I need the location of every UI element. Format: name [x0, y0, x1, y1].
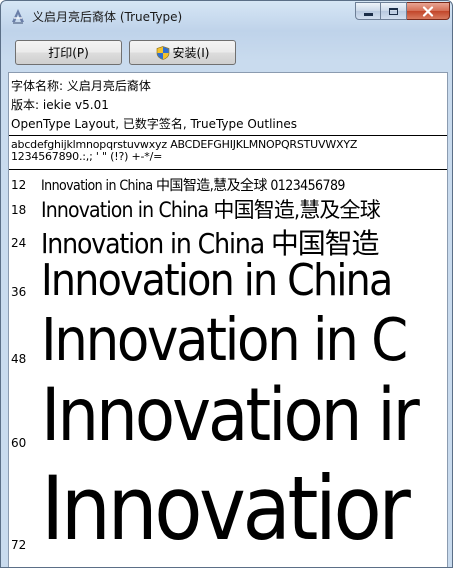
font-app-icon	[10, 8, 26, 24]
size-label: 36	[11, 285, 27, 299]
divider	[9, 169, 447, 170]
character-set: abcdefghijklmnopqrstuvwxyz ABCDEFGHIJKLM…	[11, 139, 357, 163]
sample-text: Innovation in China 中国智造,慧及全球 0123456789	[41, 178, 345, 194]
font-info: 字体名称: 义启月亮后裔体 版本: iekie v5.01 OpenType L…	[11, 77, 297, 134]
title-bar[interactable]: 义启月亮后裔体 (TrueType)	[1, 1, 452, 33]
sample-text: Innovation in China 中国智造,慧及全球	[41, 198, 381, 222]
size-label: 60	[11, 436, 27, 450]
size-label: 12	[11, 178, 27, 192]
divider	[9, 135, 447, 136]
sample-row-24: 24 Innovation in China 中国智造	[9, 222, 447, 260]
font-name-line: 字体名称: 义启月亮后裔体	[11, 79, 151, 93]
sample-row-48: 48 Innovation in C	[9, 305, 447, 378]
install-button-label: 安装(I)	[172, 46, 210, 60]
charset-digits-symbols: 1234567890.:,; ' " (!?) +-*/=	[11, 150, 163, 163]
size-label: 24	[11, 236, 27, 250]
sample-row-18: 18 Innovation in China 中国智造,慧及全球	[9, 194, 447, 222]
sample-row-12: 12 Innovation in China 中国智造,慧及全球 0123456…	[9, 174, 447, 194]
maximize-button[interactable]	[381, 2, 407, 20]
sample-text: Innovation ir	[41, 373, 420, 458]
sample-text: Innovation in C	[41, 305, 408, 374]
sample-row-60: 60 Innovation ir	[9, 373, 447, 465]
sample-row-72: 72 Innovatior	[9, 457, 447, 567]
window-title: 义启月亮后裔体 (TrueType)	[32, 10, 183, 24]
sample-text: Innovatior	[41, 457, 411, 560]
font-viewer-window: 义启月亮后裔体 (TrueType) 打印(P) 安装(I) 字体名称: 义启月…	[0, 0, 453, 568]
size-label: 72	[11, 538, 27, 552]
print-button-label: 打印(P)	[48, 46, 89, 60]
print-button[interactable]: 打印(P)	[15, 40, 122, 65]
close-button[interactable]	[407, 2, 450, 20]
minimize-button[interactable]	[355, 2, 381, 20]
font-version-line: 版本: iekie v5.01	[11, 98, 109, 112]
font-preview-pane[interactable]: 字体名称: 义启月亮后裔体 版本: iekie v5.01 OpenType L…	[8, 72, 448, 567]
caption-buttons	[355, 2, 450, 22]
sample-text: Innovation in China	[41, 255, 393, 306]
uac-shield-icon	[156, 45, 170, 60]
size-label: 48	[11, 352, 27, 366]
minimize-icon	[363, 12, 373, 16]
close-icon	[422, 2, 434, 21]
install-button[interactable]: 安装(I)	[129, 40, 236, 65]
size-label: 18	[11, 203, 27, 217]
maximize-icon	[389, 7, 398, 15]
font-features-line: OpenType Layout, 已数字签名, TrueType Outline…	[11, 117, 298, 131]
toolbar: 打印(P) 安装(I)	[1, 33, 452, 71]
sample-row-36: 36 Innovation in China	[9, 255, 447, 309]
